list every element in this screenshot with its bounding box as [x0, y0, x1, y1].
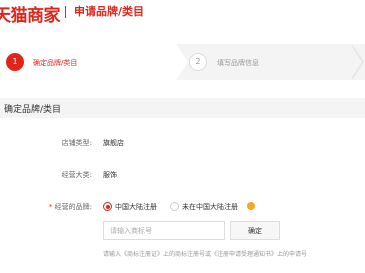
step-2-number: 2 — [189, 53, 207, 71]
step-1-arrow — [176, 44, 188, 80]
trademark-hint: 请输入《商标注册证》上的商标注册号或《注册申请受理通知书》上的申请号 — [103, 251, 308, 258]
header-divider — [65, 6, 66, 18]
tmall-merchant-logo[interactable]: 天猫商家 — [0, 1, 61, 26]
trademark-number-input[interactable] — [103, 221, 225, 240]
step-2-label: 填写品牌信息 — [217, 59, 259, 67]
radio-mainland-registered[interactable] — [103, 202, 112, 211]
shop-type-label: 店铺类型: — [61, 139, 92, 147]
category-value: 服饰 — [103, 171, 117, 179]
radio-not-mainland-registered[interactable] — [170, 202, 179, 211]
brand-label-row: * 经营的品牌: — [22, 202, 92, 212]
page-title: 申请品牌/类目 — [74, 5, 145, 18]
shop-type-value: 旗舰店 — [103, 139, 124, 147]
section-title: 确定品牌/类目 — [4, 105, 62, 115]
progress-stepper: 1 确定品牌/类目 2 填写品牌信息 — [0, 44, 365, 80]
top-bar: 天猫商家 申请品牌/类目 — [0, 0, 365, 32]
step-1-background — [0, 44, 176, 80]
radio-not-mainland-registered-label[interactable]: 未在中国大陆注册 — [182, 202, 238, 212]
step-1-number: 1 — [6, 53, 24, 71]
section-header: 确定品牌/类目 — [0, 98, 365, 118]
confirm-button[interactable]: 确定 — [230, 221, 280, 240]
brand-label: 经营的品牌: — [54, 203, 92, 211]
category-label: 经营大类: — [61, 171, 92, 179]
step-1-label: 确定品牌/类目 — [33, 59, 78, 67]
radio-mainland-registered-label[interactable]: 中国大陆注册 — [115, 202, 157, 212]
required-mark: * — [48, 203, 53, 211]
help-icon[interactable] — [247, 202, 255, 210]
step-2-arrow — [350, 44, 362, 80]
